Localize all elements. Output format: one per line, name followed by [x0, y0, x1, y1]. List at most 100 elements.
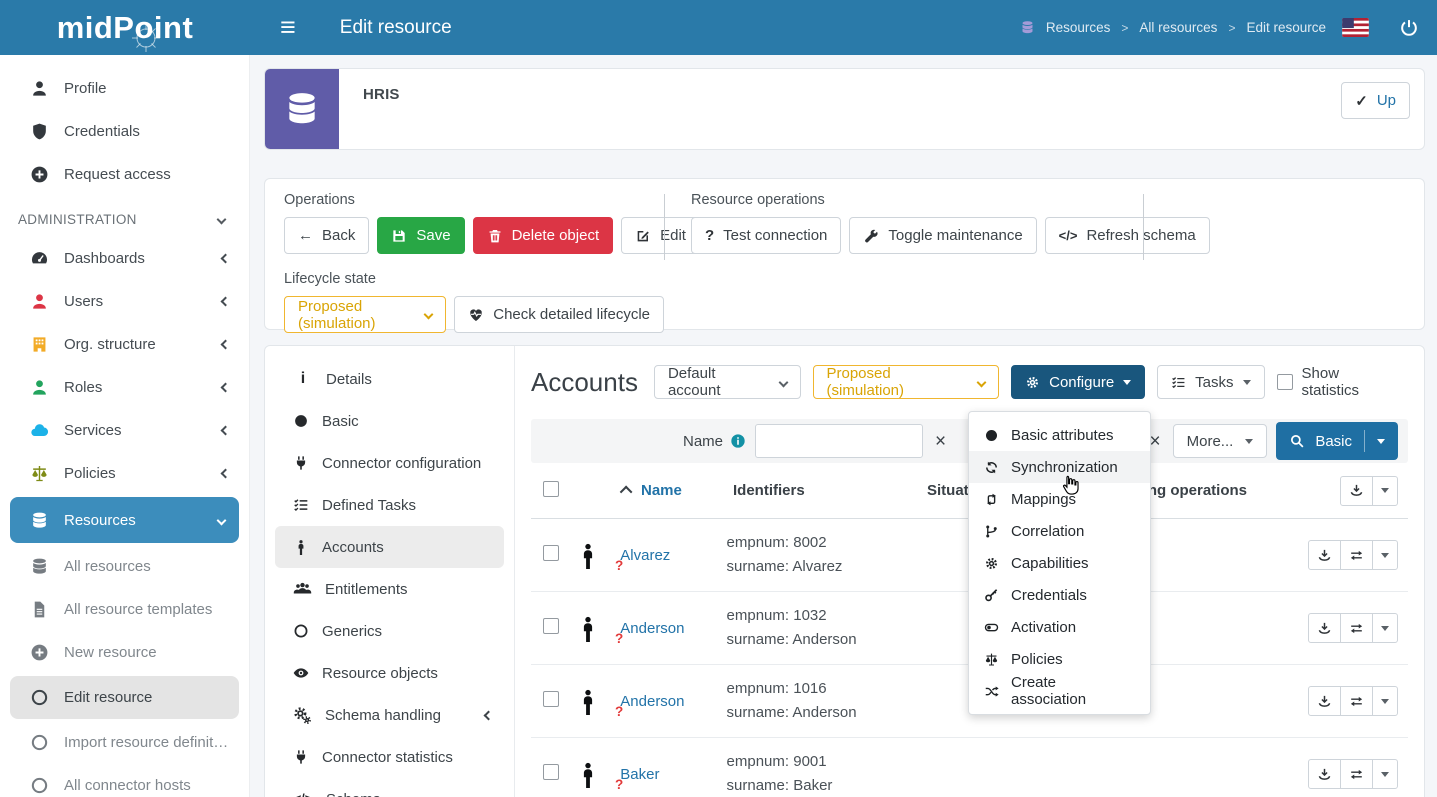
- download-icon: [1317, 621, 1332, 636]
- app-logo[interactable]: midPoint: [0, 10, 250, 46]
- sidebar-item-roles[interactable]: Roles: [0, 366, 249, 409]
- sidebar-item-edit-resource[interactable]: Edit resource: [10, 676, 239, 719]
- panel-item-entitlements[interactable]: Entitlements: [275, 568, 504, 610]
- refresh-schema-button[interactable]: </> Refresh schema: [1045, 217, 1210, 254]
- menu-item-basic-attributes[interactable]: Basic attributes: [969, 419, 1150, 451]
- menu-item-correlation[interactable]: Correlation: [969, 515, 1150, 547]
- breadcrumb-all-resources[interactable]: All resources: [1139, 20, 1217, 35]
- import-account-button[interactable]: [1308, 540, 1341, 570]
- up-button[interactable]: ✓ Up: [1341, 82, 1410, 119]
- caret-down-icon: [1243, 380, 1251, 389]
- info-icon[interactable]: [730, 433, 746, 449]
- back-button[interactable]: ← Back: [284, 217, 369, 254]
- row-menu-button[interactable]: [1372, 759, 1398, 789]
- menu-item-synchronization[interactable]: Synchronization: [969, 451, 1150, 483]
- breadcrumb-resources[interactable]: Resources: [1046, 20, 1111, 35]
- sidebar-item-dashboards[interactable]: Dashboards: [0, 237, 249, 280]
- search-mode-button[interactable]: Basic: [1276, 422, 1398, 460]
- check-detailed-lifecycle-button[interactable]: Check detailed lifecycle: [454, 296, 664, 333]
- panel-item-resource-objects[interactable]: Resource objects: [275, 652, 504, 694]
- select-all-checkbox[interactable]: [543, 481, 559, 497]
- change-owner-button[interactable]: [1340, 613, 1373, 643]
- toggle-maintenance-button[interactable]: Toggle maintenance: [849, 217, 1036, 254]
- object-class-select[interactable]: Default account: [654, 365, 801, 399]
- menu-item-capabilities[interactable]: Capabilities: [969, 547, 1150, 579]
- sidebar-item-new-resource[interactable]: New resource: [0, 631, 249, 674]
- sidebar-item-profile[interactable]: Profile: [0, 67, 249, 110]
- sidebar-item-policies[interactable]: Policies: [0, 452, 249, 495]
- hamburger-menu-icon[interactable]: ≡: [280, 14, 296, 41]
- panel-item-basic[interactable]: Basic: [275, 400, 504, 442]
- delete-object-button[interactable]: Delete object: [473, 217, 614, 254]
- account-name-link[interactable]: Baker: [620, 766, 659, 783]
- sidebar-item-label: Services: [64, 422, 122, 439]
- account-name-link[interactable]: Anderson: [620, 620, 684, 637]
- row-menu-button[interactable]: [1372, 686, 1398, 716]
- sidebar-item-credentials[interactable]: Credentials: [0, 110, 249, 153]
- change-owner-button[interactable]: [1340, 540, 1373, 570]
- save-floppy-icon: [391, 228, 407, 244]
- panel-item-schema-handling[interactable]: Schema handling: [275, 694, 504, 736]
- account-name-link[interactable]: Anderson: [620, 693, 684, 710]
- accounts-lifecycle-select[interactable]: Proposed (simulation): [813, 365, 1000, 399]
- panel-item-defined-tasks[interactable]: Defined Tasks: [275, 484, 504, 526]
- more-filters-button[interactable]: More...: [1173, 424, 1268, 458]
- menu-item-mappings[interactable]: Mappings: [969, 483, 1150, 515]
- configure-button[interactable]: Configure: [1011, 365, 1145, 399]
- breadcrumb-edit-resource[interactable]: Edit resource: [1246, 20, 1326, 35]
- import-account-button[interactable]: [1308, 613, 1341, 643]
- change-owner-button[interactable]: [1340, 759, 1373, 789]
- panel-item-details[interactable]: i Details: [275, 358, 504, 400]
- panel-item-connector-configuration[interactable]: Connector configuration: [275, 442, 504, 484]
- menu-item-create-association[interactable]: Create association: [969, 675, 1150, 707]
- menu-item-label: Correlation: [1011, 523, 1084, 540]
- sidebar-item-all-resource-templates[interactable]: All resource templates: [0, 588, 249, 631]
- sidebar-item-request-access[interactable]: Request access: [0, 153, 249, 196]
- row-menu-button[interactable]: [1372, 540, 1398, 570]
- sidebar-item-org-structure[interactable]: Org. structure: [0, 323, 249, 366]
- row-checkbox[interactable]: [543, 545, 559, 561]
- clear-search-icon[interactable]: ×: [932, 432, 949, 451]
- menu-item-activation[interactable]: Activation: [969, 611, 1150, 643]
- circle-outline-icon: [293, 623, 309, 639]
- sort-ascending-icon[interactable]: [620, 486, 633, 499]
- change-owner-button[interactable]: [1340, 686, 1373, 716]
- save-button[interactable]: Save: [377, 217, 464, 254]
- export-menu-button[interactable]: [1372, 476, 1398, 506]
- test-connection-button[interactable]: ? Test connection: [691, 217, 841, 254]
- row-checkbox[interactable]: [543, 618, 559, 634]
- tasks-button[interactable]: Tasks: [1157, 365, 1264, 399]
- sidebar-item-users[interactable]: Users: [0, 280, 249, 323]
- sidebar-section-administration[interactable]: ADMINISTRATION: [0, 196, 249, 237]
- name-search-input[interactable]: [755, 424, 923, 458]
- panel-item-accounts[interactable]: Accounts: [275, 526, 504, 568]
- account-name-link[interactable]: Alvarez: [620, 547, 670, 564]
- sidebar-item-resources[interactable]: Resources: [10, 497, 239, 543]
- panel-item-label: Connector configuration: [322, 455, 481, 472]
- import-account-button[interactable]: [1308, 759, 1341, 789]
- panel-item-generics[interactable]: Generics: [275, 610, 504, 652]
- menu-item-credentials[interactable]: Credentials: [969, 579, 1150, 611]
- export-button[interactable]: [1340, 476, 1373, 506]
- menu-item-policies[interactable]: Policies: [969, 643, 1150, 675]
- chevron-down-icon: [778, 377, 788, 387]
- show-statistics-toggle[interactable]: Show statistics: [1277, 365, 1408, 399]
- sidebar-item-all-resources[interactable]: All resources: [0, 545, 249, 588]
- row-menu-button[interactable]: [1372, 613, 1398, 643]
- row-checkbox[interactable]: [543, 764, 559, 780]
- column-header-name[interactable]: Name: [641, 482, 682, 499]
- logout-power-icon[interactable]: [1399, 18, 1419, 38]
- show-statistics-checkbox[interactable]: [1277, 374, 1293, 390]
- heart-pulse-icon: [468, 307, 484, 323]
- sidebar-item-import-resource-definition[interactable]: Import resource definit…: [0, 721, 249, 764]
- import-account-button[interactable]: [1308, 686, 1341, 716]
- panel-item-schema[interactable]: </> Schema: [275, 778, 504, 797]
- sidebar-item-services[interactable]: Services: [0, 409, 249, 452]
- panel-item-connector-statistics[interactable]: Connector statistics: [275, 736, 504, 778]
- sidebar-item-all-connector-hosts[interactable]: All connector hosts: [0, 764, 249, 797]
- row-checkbox[interactable]: [543, 691, 559, 707]
- locale-flag-us[interactable]: [1342, 18, 1369, 37]
- identifier-surname: surname: Anderson: [727, 628, 914, 652]
- lifecycle-state-select[interactable]: Proposed (simulation): [284, 296, 446, 333]
- shuffle-icon: [984, 684, 999, 699]
